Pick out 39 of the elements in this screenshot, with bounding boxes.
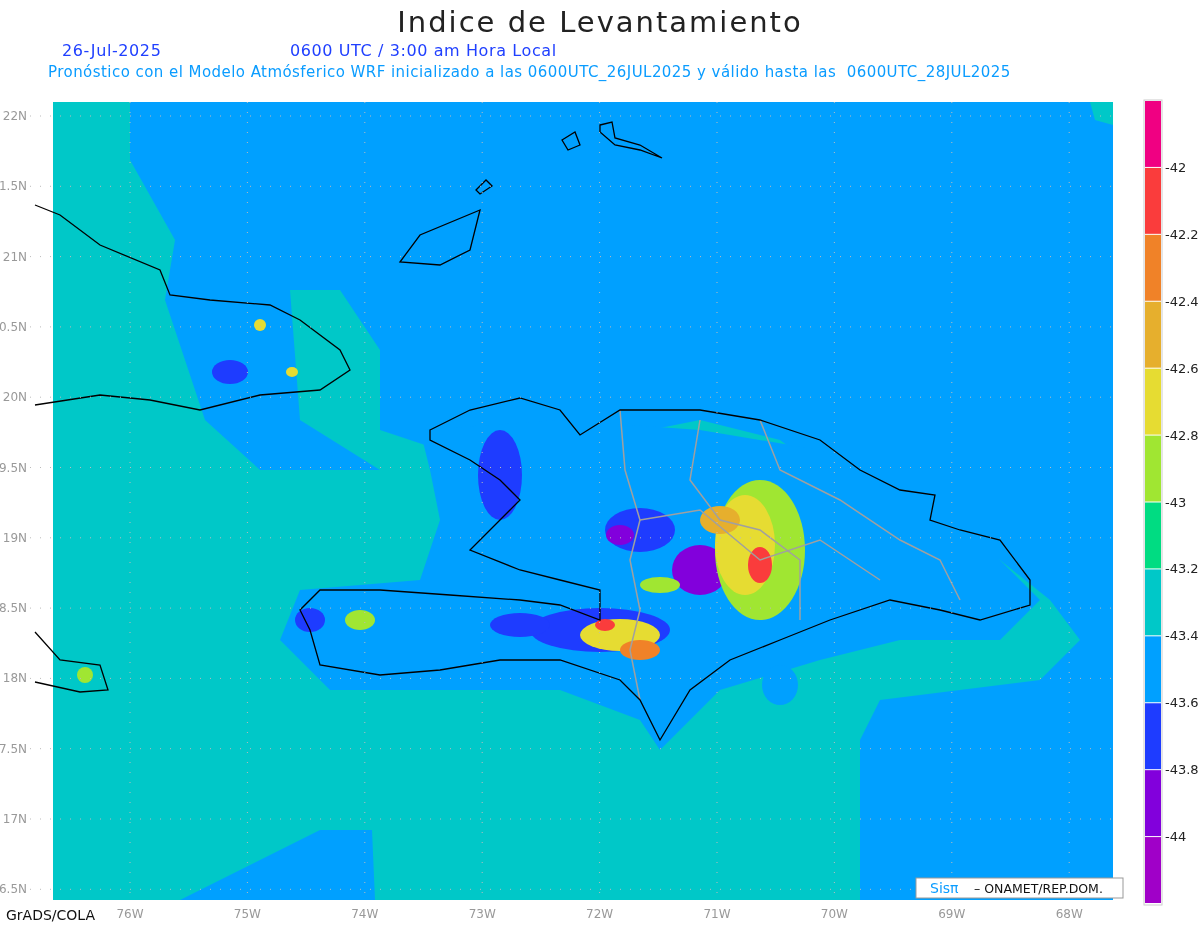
forecast-description: Pronóstico con el Modelo Atmósferico WRF inicializado a las 0600UTC_26JUL2025 y válido hasta las 0600UTC_28JUL2025 — [47, 63, 1012, 81]
latitude-label: 8.5N — [0, 601, 27, 616]
longitude-label: 71W — [703, 907, 731, 921]
legend-label: -42.4 — [1165, 293, 1199, 309]
legend-label: -43.2 — [1165, 561, 1199, 577]
latitude-label: 7.5N — [0, 741, 27, 756]
legend-label: -43.4 — [1165, 628, 1199, 644]
latitude-label: 19N — [2, 530, 27, 545]
latitude-label: 1.5N — [0, 179, 27, 194]
latitude-label: 17N — [2, 812, 27, 826]
legend-label: -42.8 — [1165, 427, 1199, 443]
latitude-label: 6.5N — [0, 882, 27, 897]
legend-label: -42.2 — [1165, 226, 1199, 242]
longitude-label: 74W — [351, 907, 379, 921]
latitude-label: 9.5N — [0, 460, 27, 475]
longitude-label: 70W — [820, 907, 848, 921]
legend-label: -42.6 — [1165, 360, 1199, 376]
chart-title: Indice de Levantamiento — [396, 4, 804, 41]
software-credit: GrADS/COLA — [6, 907, 96, 923]
legend-label: -42 — [1165, 159, 1187, 175]
longitude-label: 75W — [233, 907, 261, 921]
date-label: 26-Jul-2025 — [62, 41, 163, 62]
legend-label: -43.6 — [1165, 695, 1199, 711]
brand-logo: Sisπ — [930, 880, 959, 896]
latitude-label: 21N — [2, 249, 27, 264]
longitude-label: 69W — [938, 907, 966, 921]
legend-label: -43.8 — [1165, 762, 1199, 778]
longitude-label: 76W — [116, 907, 144, 921]
latitude-label: 0.5N — [0, 319, 27, 334]
longitude-label: 73W — [468, 907, 496, 921]
latitude-label: 22N — [2, 109, 27, 123]
legend-label: -44 — [1165, 829, 1187, 845]
latitude-label: 20N — [2, 390, 27, 405]
longitude-label: 68W — [1055, 907, 1083, 921]
longitude-label: 72W — [586, 907, 614, 921]
credit-text: – ONAMET/REP.DOM. — [974, 881, 1103, 896]
latitude-label: 18N — [2, 671, 27, 686]
legend-label: -43 — [1165, 494, 1187, 510]
time-label: 0600 UTC / 3:00 am Hora Local — [290, 41, 557, 62]
